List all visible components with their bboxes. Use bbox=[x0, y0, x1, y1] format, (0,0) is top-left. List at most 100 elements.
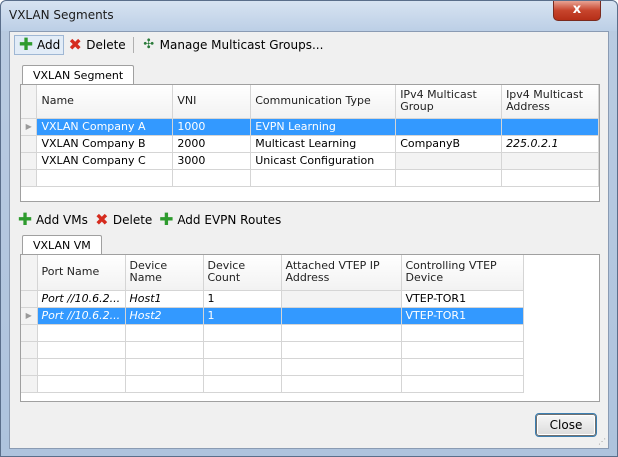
title-bar: VXLAN Segments x bbox=[1, 1, 617, 31]
table-row[interactable]: ▶ VXLAN Company A 1000 EVPN Learning bbox=[21, 118, 599, 136]
segment-grid-panel: Name VNI Communication Type IPv4 Multica… bbox=[20, 84, 600, 202]
row-selector[interactable] bbox=[21, 152, 38, 170]
empty-cell[interactable] bbox=[125, 324, 204, 342]
column-header-vtep-ip[interactable]: Attached VTEP IP Address bbox=[281, 255, 402, 291]
column-header-device-name[interactable]: Device Name bbox=[125, 255, 204, 291]
empty-cell[interactable] bbox=[125, 341, 204, 359]
segment-address-cell[interactable] bbox=[501, 118, 599, 136]
segment-vni-cell[interactable]: 3000 bbox=[172, 152, 252, 170]
row-selector-arrow-icon[interactable]: ▶ bbox=[21, 118, 38, 136]
table-row-empty[interactable] bbox=[21, 324, 524, 342]
empty-cell[interactable] bbox=[281, 324, 402, 342]
segment-address-cell[interactable]: 225.0.2.1 bbox=[501, 135, 599, 153]
window-close-button[interactable]: x bbox=[553, 1, 601, 21]
column-header-vni[interactable]: VNI bbox=[172, 85, 252, 119]
segment-name-cell[interactable]: VXLAN Company C bbox=[36, 152, 174, 170]
segment-vni-cell[interactable]: 2000 bbox=[172, 135, 252, 153]
empty-cell[interactable] bbox=[37, 375, 126, 393]
column-header-name[interactable]: Name bbox=[36, 85, 174, 119]
empty-cell[interactable] bbox=[401, 341, 524, 359]
empty-cell[interactable] bbox=[203, 375, 282, 393]
delete-segment-button[interactable]: ✖ Delete bbox=[64, 35, 128, 55]
add-vms-label: Add VMs bbox=[36, 213, 88, 227]
plus-icon: ✚ bbox=[17, 210, 33, 230]
delete-vm-button[interactable]: ✖ Delete bbox=[91, 210, 155, 230]
add-segment-button[interactable]: ✚ Add bbox=[14, 35, 65, 55]
empty-cell[interactable] bbox=[37, 341, 126, 359]
row-selector-arrow-icon[interactable]: ▶ bbox=[21, 307, 38, 325]
vm-controlling-cell[interactable]: VTEP-TOR1 bbox=[401, 290, 524, 308]
row-selector[interactable] bbox=[21, 290, 38, 308]
segment-name-cell[interactable]: VXLAN Company A bbox=[36, 118, 174, 136]
vm-grid: Port Name Device Name Device Count Attac… bbox=[21, 255, 524, 393]
vm-device-cell[interactable]: Host1 bbox=[125, 290, 204, 308]
empty-cell[interactable] bbox=[203, 358, 282, 376]
segment-name-cell[interactable]: VXLAN Company B bbox=[36, 135, 174, 153]
empty-cell[interactable] bbox=[125, 375, 204, 393]
empty-cell[interactable] bbox=[401, 375, 524, 393]
empty-cell[interactable] bbox=[125, 358, 204, 376]
table-row[interactable]: VXLAN Company B 2000 Multicast Learning … bbox=[21, 135, 599, 153]
tab-vxlan-vm[interactable]: VXLAN VM bbox=[22, 235, 102, 255]
table-row[interactable]: ▶ Port //10.6.2... Host2 1 VTEP-TOR1 bbox=[21, 307, 524, 325]
vm-vtep-ip-cell bbox=[281, 307, 402, 325]
row-selector[interactable] bbox=[21, 375, 38, 393]
segment-group-cell[interactable]: CompanyB bbox=[395, 135, 503, 153]
empty-cell[interactable] bbox=[203, 324, 282, 342]
empty-cell[interactable] bbox=[281, 358, 402, 376]
add-evpn-label: Add EVPN Routes bbox=[177, 213, 282, 227]
delete-x-icon: ✖ bbox=[68, 35, 82, 54]
vm-count-cell[interactable]: 1 bbox=[203, 307, 282, 325]
row-selector[interactable] bbox=[21, 169, 38, 187]
row-selector[interactable] bbox=[21, 341, 38, 359]
tab-vxlan-segment[interactable]: VXLAN Segment bbox=[22, 65, 135, 85]
vm-port-cell[interactable]: Port //10.6.2... bbox=[37, 307, 126, 325]
vm-controlling-cell[interactable]: VTEP-TOR1 bbox=[401, 307, 524, 325]
table-row-empty[interactable] bbox=[21, 169, 599, 187]
segment-comm-type-cell[interactable]: Unicast Configuration bbox=[250, 152, 397, 170]
row-header-corner bbox=[21, 255, 38, 291]
empty-cell[interactable] bbox=[37, 324, 126, 342]
empty-cell[interactable] bbox=[281, 375, 402, 393]
add-evpn-routes-button[interactable]: ✚ Add EVPN Routes bbox=[155, 210, 284, 230]
vm-port-cell[interactable]: Port //10.6.2... bbox=[37, 290, 126, 308]
segment-comm-type-cell[interactable]: Multicast Learning bbox=[250, 135, 397, 153]
segment-comm-type-cell[interactable]: EVPN Learning bbox=[250, 118, 397, 136]
row-selector[interactable] bbox=[21, 324, 38, 342]
close-button[interactable]: Close bbox=[535, 413, 597, 437]
resize-grip-icon[interactable]: ⋰ bbox=[598, 437, 606, 446]
empty-cell[interactable] bbox=[36, 169, 174, 187]
add-vms-button[interactable]: ✚ Add VMs bbox=[14, 210, 91, 230]
column-header-communication-type[interactable]: Communication Type bbox=[250, 85, 397, 119]
column-header-multicast-group[interactable]: IPv4 Multicast Group bbox=[395, 85, 503, 119]
table-row-empty[interactable] bbox=[21, 358, 524, 376]
empty-cell[interactable] bbox=[401, 358, 524, 376]
table-row[interactable]: Port //10.6.2... Host1 1 VTEP-TOR1 bbox=[21, 290, 524, 308]
empty-cell[interactable] bbox=[501, 169, 599, 187]
row-selector[interactable] bbox=[21, 358, 38, 376]
vm-device-cell[interactable]: Host2 bbox=[125, 307, 204, 325]
column-header-device-count[interactable]: Device Count bbox=[203, 255, 282, 291]
column-header-controlling-vtep[interactable]: Controlling VTEP Device bbox=[401, 255, 524, 291]
empty-cell[interactable] bbox=[250, 169, 397, 187]
delete-vm-label: Delete bbox=[112, 213, 153, 227]
empty-cell[interactable] bbox=[203, 341, 282, 359]
empty-cell[interactable] bbox=[395, 169, 503, 187]
empty-cell[interactable] bbox=[172, 169, 252, 187]
table-row-empty[interactable] bbox=[21, 341, 524, 359]
vm-count-cell[interactable]: 1 bbox=[203, 290, 282, 308]
segment-group-cell bbox=[395, 152, 503, 170]
empty-cell[interactable] bbox=[401, 324, 524, 342]
column-header-port-name[interactable]: Port Name bbox=[37, 255, 126, 291]
empty-cell[interactable] bbox=[37, 358, 126, 376]
table-row-empty[interactable] bbox=[21, 375, 524, 393]
column-header-multicast-address[interactable]: Ipv4 Multicast Address bbox=[501, 85, 599, 119]
manage-multicast-groups-button[interactable]: ✣ Manage Multicast Groups... bbox=[138, 35, 327, 55]
segment-group-cell[interactable] bbox=[395, 118, 503, 136]
empty-cell[interactable] bbox=[281, 341, 402, 359]
table-row[interactable]: VXLAN Company C 3000 Unicast Configurati… bbox=[21, 152, 599, 170]
row-selector[interactable] bbox=[21, 135, 38, 153]
plus-icon: ✚ bbox=[18, 35, 34, 55]
vm-toolbar: ✚ Add VMs ✖ Delete ✚ Add EVPN Routes bbox=[14, 209, 284, 231]
segment-vni-cell[interactable]: 1000 bbox=[172, 118, 252, 136]
